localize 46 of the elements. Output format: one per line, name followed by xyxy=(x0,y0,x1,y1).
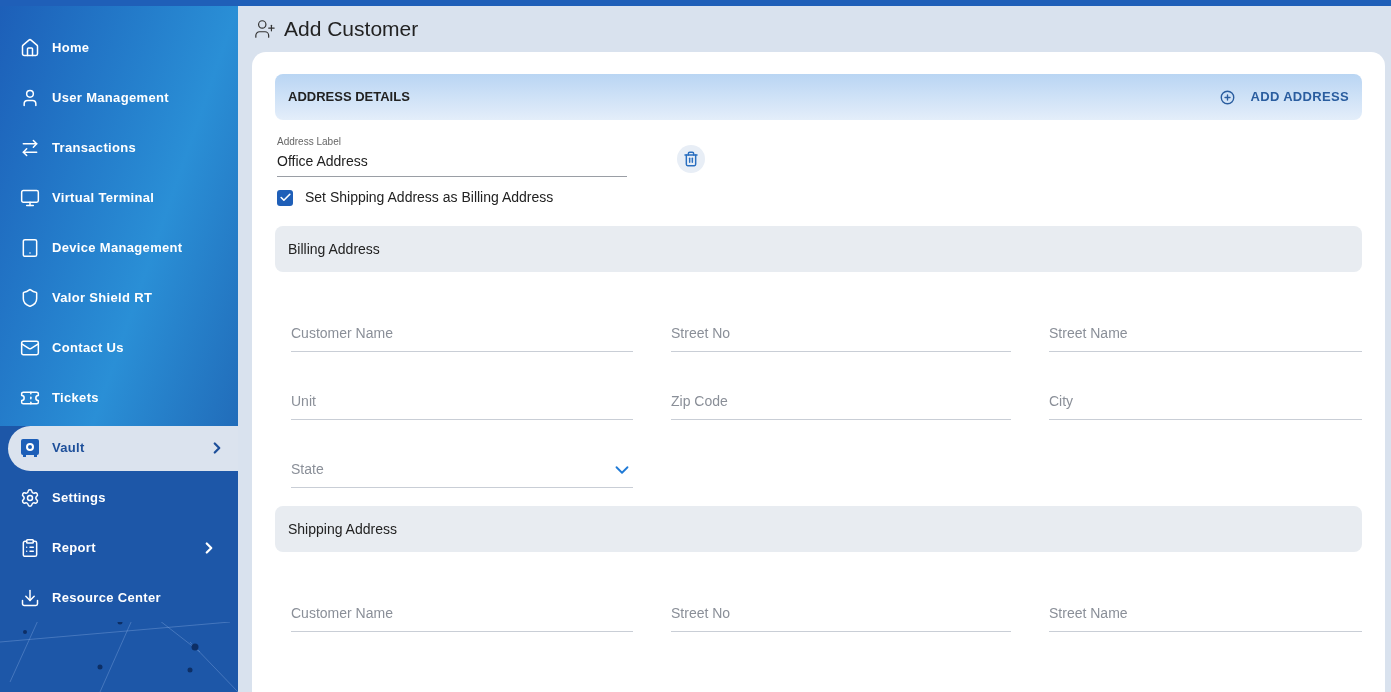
sidebar-item[interactable]: Transactions xyxy=(0,123,238,173)
text-field[interactable]: Street No xyxy=(671,596,1011,632)
text-field[interactable]: City xyxy=(1049,384,1362,420)
sidebar-item[interactable]: Contact Us xyxy=(0,323,238,373)
text-field[interactable]: Street No xyxy=(671,316,1011,352)
text-field[interactable]: Customer Name xyxy=(291,316,633,352)
monitor-icon xyxy=(20,188,40,208)
user-icon xyxy=(20,88,40,108)
download-icon xyxy=(20,588,40,608)
envelope-icon xyxy=(20,338,40,358)
transfer-icon xyxy=(20,138,40,158)
clipboard-icon xyxy=(20,538,40,558)
tablet-icon xyxy=(20,238,40,258)
text-field[interactable]: Customer Name xyxy=(291,596,633,632)
add-user-icon xyxy=(254,18,276,40)
text-field[interactable]: Zip Code xyxy=(671,384,1011,420)
settings-icon xyxy=(20,488,40,508)
sidebar-item[interactable]: Settings xyxy=(0,473,238,523)
shield-icon xyxy=(20,288,40,308)
sidebar-item[interactable]: User Management xyxy=(0,73,238,123)
section-title: ADDRESS DETAILS xyxy=(288,88,411,107)
sidebar-item[interactable]: Report xyxy=(0,523,238,573)
ticket-icon xyxy=(20,388,40,408)
text-field[interactable]: Street Name xyxy=(1049,596,1362,632)
sidebar-item[interactable]: Vault xyxy=(8,425,238,471)
state-dropdown[interactable]: State xyxy=(291,452,633,488)
sidebar-item[interactable]: Valor Shield RT xyxy=(0,273,238,323)
text-field[interactable]: Street Name xyxy=(1049,316,1362,352)
trash-icon xyxy=(683,150,699,167)
sidebar-item[interactable]: Virtual Terminal xyxy=(0,173,238,223)
subsection-header: Shipping Address xyxy=(275,506,1362,552)
checkbox[interactable] xyxy=(277,189,293,206)
delete-button[interactable] xyxy=(677,144,705,173)
subsection-header: Billing Address xyxy=(275,226,1362,272)
house-icon xyxy=(20,38,40,58)
sidebar-item[interactable]: Home xyxy=(0,23,238,73)
billing-checkbox-row[interactable]: Set Shipping Address as Billing Address xyxy=(275,187,1362,208)
safe-icon xyxy=(20,438,40,458)
plus-circle-icon xyxy=(1219,89,1235,105)
text-field[interactable]: Unit xyxy=(291,384,633,420)
add-address-button[interactable]: ADD ADDRESS xyxy=(1219,87,1349,107)
sidebar-item[interactable]: Resource Center xyxy=(0,573,238,623)
sidebar-item[interactable]: Device Management xyxy=(0,223,238,273)
address-label-field[interactable]: Address Label Office Address xyxy=(277,134,627,177)
page-title: Add Customer xyxy=(284,16,419,43)
sidebar-item[interactable]: Tickets xyxy=(0,373,238,423)
